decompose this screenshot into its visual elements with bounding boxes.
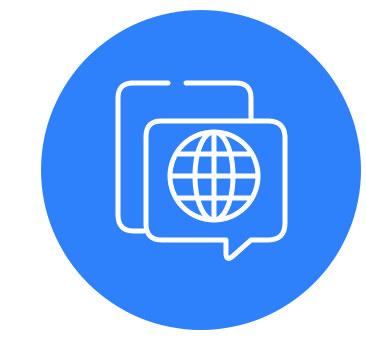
icon-canvas xyxy=(0,0,366,339)
translate-globe-chat-icon xyxy=(41,10,361,330)
icon-badge xyxy=(40,10,366,339)
badge-circle xyxy=(41,10,361,330)
